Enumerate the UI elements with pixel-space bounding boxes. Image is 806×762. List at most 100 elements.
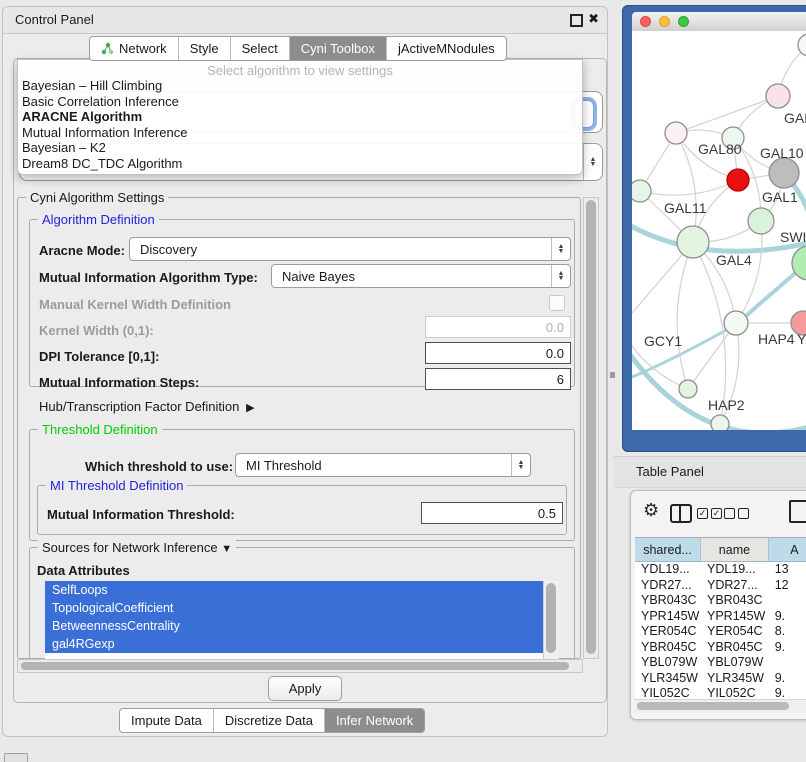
- network-node-SWI4[interactable]: [748, 208, 774, 234]
- mac-minimize-button[interactable]: [659, 16, 670, 27]
- network-node-GAL4[interactable]: [677, 226, 709, 258]
- control-panel-titlebar[interactable]: Control Panel ✖: [3, 7, 607, 34]
- node-label-gal2: GAL: [784, 110, 806, 126]
- dpi-tolerance-input[interactable]: 0.0: [425, 342, 571, 364]
- mi-threshold-input[interactable]: 0.5: [421, 502, 563, 524]
- attribute-rows: SelfLoopsTopologicalCoefficientBetweenne…: [45, 581, 559, 653]
- network-node-HAP2[interactable]: [679, 380, 697, 398]
- scrollbar-thumb[interactable]: [637, 702, 789, 710]
- table-cell: YBR045C: [701, 640, 769, 656]
- network-node-GAL80[interactable]: [665, 122, 687, 144]
- network-node-GAL11[interactable]: [632, 180, 651, 202]
- scrollbar-thumb[interactable]: [21, 662, 569, 670]
- network-node-gal2[interactable]: [766, 84, 790, 108]
- stepper-arrows-icon: ▲▼: [583, 144, 602, 180]
- table-row[interactable]: YBR043CYBR043C: [635, 593, 806, 609]
- table-column-header[interactable]: name: [701, 538, 769, 561]
- which-threshold-value: MI Threshold: [246, 458, 322, 473]
- tab-infer-network[interactable]: Infer Network: [324, 709, 424, 732]
- table-cell: YLR345W: [635, 671, 701, 687]
- mi-threshold-group-title: MI Threshold Definition: [46, 478, 187, 493]
- panel-splitter-grip[interactable]: [610, 372, 615, 378]
- table-column-header[interactable]: shared...: [635, 538, 701, 561]
- mi-steps-input[interactable]: 6: [425, 368, 571, 390]
- data-attributes-list[interactable]: SelfLoopsTopologicalCoefficientBetweenne…: [45, 581, 559, 659]
- attribute-list-scrollbar[interactable]: [543, 581, 559, 659]
- export-table-icon[interactable]: [789, 500, 806, 523]
- network-node-nbot[interactable]: [711, 415, 729, 430]
- network-node-ntop[interactable]: [798, 34, 806, 56]
- apply-button[interactable]: Apply: [268, 676, 342, 701]
- gear-icon[interactable]: ⚙: [643, 501, 659, 519]
- settings-vertical-scrollbar[interactable]: [583, 197, 599, 659]
- manual-kernel-checkbox[interactable]: [549, 295, 565, 311]
- network-canvas[interactable]: GALGAL80GAL10GAL1GAL11SWI4GAL4GCY1HAP4YH…: [632, 31, 806, 430]
- tab-jactivemnodules[interactable]: jActiveMNodules: [386, 37, 506, 60]
- table-header-row: shared...nameA: [635, 538, 806, 562]
- table-cell: 8.: [769, 624, 806, 640]
- table-cell: [769, 593, 806, 609]
- hub-definition-toggle[interactable]: Hub/Transcription Factor Definition ▶: [39, 399, 255, 414]
- table-row[interactable]: YBL079WYBL079W: [635, 655, 806, 671]
- aracne-mode-combo[interactable]: Discovery ▲▼: [129, 237, 571, 261]
- algorithm-option[interactable]: ARACNE Algorithm: [18, 109, 582, 125]
- table-row[interactable]: YIL052CYIL052C9.: [635, 686, 806, 700]
- mi-type-combo[interactable]: Naive Bayes ▲▼: [271, 264, 571, 288]
- table-row[interactable]: YBR045CYBR045C9.: [635, 640, 806, 656]
- select-all-icon[interactable]: ✓✓: [697, 508, 722, 519]
- scrollbar-thumb[interactable]: [546, 583, 556, 653]
- network-node-GAL1[interactable]: [727, 169, 749, 191]
- manual-kernel-label: Manual Kernel Width Definition: [39, 297, 231, 312]
- network-view-window[interactable]: GALGAL80GAL10GAL1GAL11SWI4GAL4GCY1HAP4YH…: [622, 5, 806, 452]
- table-horizontal-scrollbar[interactable]: [635, 699, 806, 713]
- collapsed-panel-button[interactable]: [4, 753, 28, 762]
- table-row[interactable]: YDL19...YDL19...13: [635, 562, 806, 578]
- network-node-gray[interactable]: [769, 158, 799, 188]
- tab-style[interactable]: Style: [178, 37, 230, 60]
- deselect-all-icon[interactable]: [724, 508, 749, 519]
- table-row[interactable]: YLR345WYLR345W9.: [635, 671, 806, 687]
- tab-cyni-toolbox[interactable]: Cyni Toolbox: [289, 37, 386, 60]
- algorithm-option[interactable]: Basic Correlation Inference: [18, 94, 582, 110]
- tab-impute-data[interactable]: Impute Data: [120, 709, 213, 732]
- tab-network[interactable]: Network: [90, 37, 178, 60]
- node-label-HAP4: HAP4: [758, 331, 795, 347]
- algorithm-option[interactable]: Bayesian – K2: [18, 140, 582, 156]
- table-panel: ⚙ ✓✓ shared...nameA YDL19...YDL19...13YD…: [630, 490, 806, 720]
- network-node-HAP4[interactable]: [724, 311, 748, 335]
- split-view-icon[interactable]: [670, 504, 692, 523]
- cyni-bottom-tabs: Impute Data Discretize Data Infer Networ…: [119, 708, 425, 733]
- table-row[interactable]: YPR145WYPR145W9.: [635, 609, 806, 625]
- tab-select[interactable]: Select: [230, 37, 289, 60]
- algorithm-option[interactable]: Dream8 DC_TDC Algorithm: [18, 156, 582, 172]
- table-cell: YLR345W: [701, 671, 769, 687]
- float-panel-icon[interactable]: [570, 14, 583, 27]
- settings-horizontal-scrollbar[interactable]: [17, 659, 583, 673]
- mi-type-value: Naive Bayes: [282, 269, 355, 284]
- table-column-header[interactable]: A: [769, 538, 806, 561]
- node-table: shared...nameA YDL19...YDL19...13YDR27..…: [635, 537, 806, 700]
- table-cell: YDR27...: [701, 578, 769, 594]
- table-row[interactable]: YER054CYER054C8.: [635, 624, 806, 640]
- network-edge: [640, 180, 738, 195]
- table-panel-titlebar[interactable]: Table Panel: [614, 456, 806, 488]
- kernel-width-input[interactable]: 0.0: [425, 316, 571, 338]
- attribute-list-item[interactable]: BetweennessCentrality: [45, 617, 543, 635]
- algorithm-option[interactable]: Bayesian – Hill Climbing: [18, 78, 582, 94]
- network-window-titlebar[interactable]: [632, 12, 806, 32]
- which-threshold-combo[interactable]: MI Threshold ▲▼: [235, 453, 531, 477]
- table-row[interactable]: YDR27...YDR27...12: [635, 578, 806, 594]
- sources-group-title[interactable]: Sources for Network Inference ▼: [38, 540, 236, 555]
- scrollbar-thumb[interactable]: [586, 200, 596, 654]
- mac-close-button[interactable]: [640, 16, 651, 27]
- algorithm-option[interactable]: Mutual Information Inference: [18, 125, 582, 141]
- attribute-list-item[interactable]: SelfLoops: [45, 581, 543, 599]
- attribute-list-item[interactable]: TopologicalCoefficient: [45, 599, 543, 617]
- close-icon[interactable]: ✖: [588, 13, 599, 25]
- mac-zoom-button[interactable]: [678, 16, 689, 27]
- aracne-mode-label: Aracne Mode:: [39, 243, 125, 258]
- node-label-GAL4: GAL4: [716, 252, 752, 268]
- tab-discretize-data[interactable]: Discretize Data: [213, 709, 324, 732]
- attribute-list-item[interactable]: gal4RGexp: [45, 635, 543, 653]
- table-cell: YBR043C: [701, 593, 769, 609]
